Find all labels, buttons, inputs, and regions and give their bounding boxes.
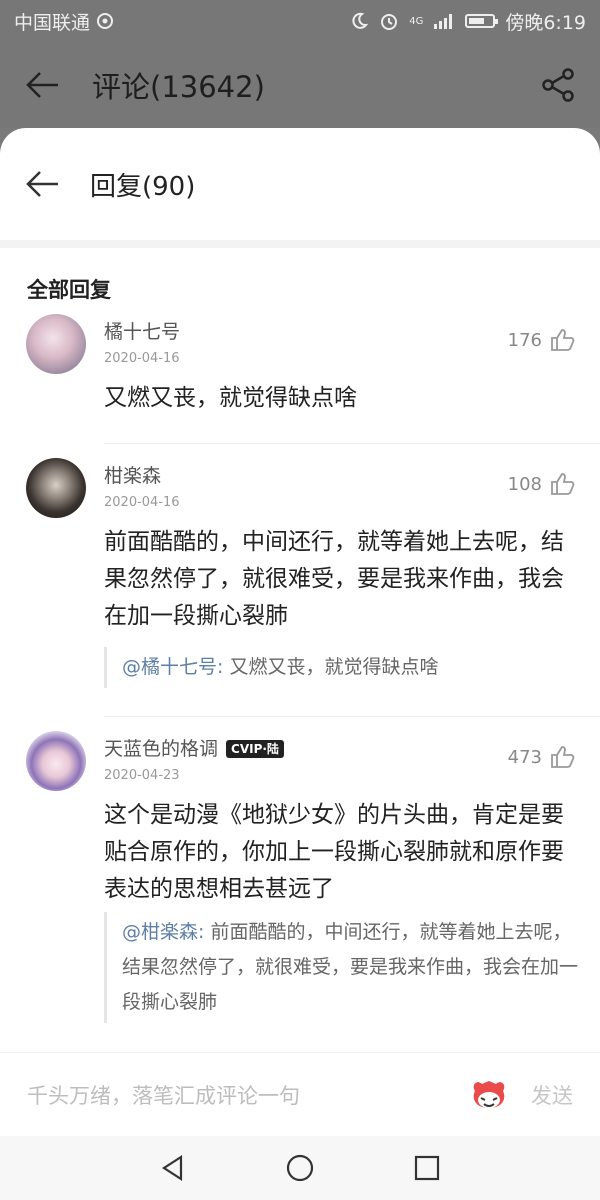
back-arrow-icon[interactable] <box>24 70 60 100</box>
avatar[interactable] <box>26 314 86 374</box>
page-title: 评论(13642) <box>92 70 265 104</box>
status-bar: 中国联通 4G 傍晚6:19 <box>0 0 600 42</box>
moon-icon <box>352 12 369 29</box>
comment-item: 橘十七号 2020-04-16 176 又燃又丧，就觉得缺点啥 <box>0 314 600 443</box>
like-button[interactable]: 176 <box>508 328 576 352</box>
recents-square-icon[interactable] <box>412 1153 442 1183</box>
back-arrow-icon[interactable] <box>24 169 60 199</box>
comment-text: 前面酷酷的，中间还行，就等着她上去呢，结果忽然停了，就很难受，要是我来作曲，我会… <box>104 529 564 629</box>
comment-item: 柑楽森 2020-04-16 108 前面酷酷的，中间还行，就等着她上去呢，结果… <box>0 458 600 716</box>
quoted-reply[interactable]: @柑楽森: 前面酷酷的，中间还行，就等着她上去呢，结果忽然停了，就很难受，要是我… <box>104 912 578 1023</box>
comment-date: 2020-04-23 <box>104 768 180 783</box>
section-title: 全部回复 <box>27 278 111 302</box>
separator <box>104 716 600 717</box>
sheet-header: 回复(90) <box>0 128 600 240</box>
hd-call-icon <box>97 13 114 29</box>
comment-input-bar: 千头万绪，落笔汇成评论一句 发送 <box>0 1052 600 1136</box>
thumbs-up-icon <box>551 329 575 351</box>
like-count: 473 <box>507 746 542 768</box>
back-triangle-icon[interactable] <box>158 1153 188 1183</box>
comment-author-name[interactable]: 天蓝色的格调 <box>104 737 218 761</box>
like-button[interactable]: 108 <box>508 472 576 496</box>
system-nav-bar <box>0 1136 600 1200</box>
vip-badge: CVIP·陆 <box>226 740 284 758</box>
replies-sheet: 回复(90) 全部回复 橘十七号 2020-04-16 176 又燃又丧，就觉得… <box>0 128 600 1200</box>
avatar[interactable] <box>26 458 86 518</box>
comment-text: 这个是动漫《地狱少女》的片头曲，肯定是要贴合原作的，你加上一段撕心裂肺就和原作要… <box>104 802 564 902</box>
comments-header: 评论(13642) <box>0 42 600 128</box>
carrier-label: 中国联通 <box>14 11 91 34</box>
comment-text: 又燃又丧，就觉得缺点啥 <box>104 385 357 411</box>
comment-date: 2020-04-16 <box>104 495 180 510</box>
like-count: 176 <box>507 329 542 351</box>
separator <box>104 443 600 444</box>
clock: 傍晚6:19 <box>505 11 586 34</box>
divider <box>0 240 600 248</box>
quoted-text: 又燃又丧，就觉得缺点啥 <box>223 656 439 678</box>
comment-item: 天蓝色的格调 CVIP·陆 2020-04-23 473 这个是动漫《地狱少女》… <box>0 731 600 1023</box>
comment-input[interactable]: 千头万绪，落笔汇成评论一句 <box>27 1080 469 1110</box>
sheet-title: 回复(90) <box>90 171 196 202</box>
alarm-icon <box>381 14 398 30</box>
like-button[interactable]: 473 <box>508 745 576 769</box>
quoted-reply[interactable]: @橘十七号: 又燃又丧，就觉得缺点啥 <box>104 647 578 688</box>
quoted-author[interactable]: @橘十七号: <box>122 656 223 678</box>
like-count: 108 <box>507 473 542 495</box>
network-type: 4G <box>409 15 424 27</box>
signal-icon <box>434 14 453 29</box>
avatar[interactable] <box>26 731 86 791</box>
send-button[interactable]: 发送 <box>531 1080 573 1110</box>
comment-date: 2020-04-16 <box>104 351 180 366</box>
emoji-icon[interactable] <box>469 1077 509 1113</box>
share-icon[interactable] <box>540 67 576 103</box>
thumbs-up-icon <box>551 473 575 495</box>
home-circle-icon[interactable] <box>285 1153 315 1183</box>
quoted-author[interactable]: @柑楽森: <box>122 921 204 943</box>
thumbs-up-icon <box>551 746 575 768</box>
battery-icon <box>465 14 499 28</box>
